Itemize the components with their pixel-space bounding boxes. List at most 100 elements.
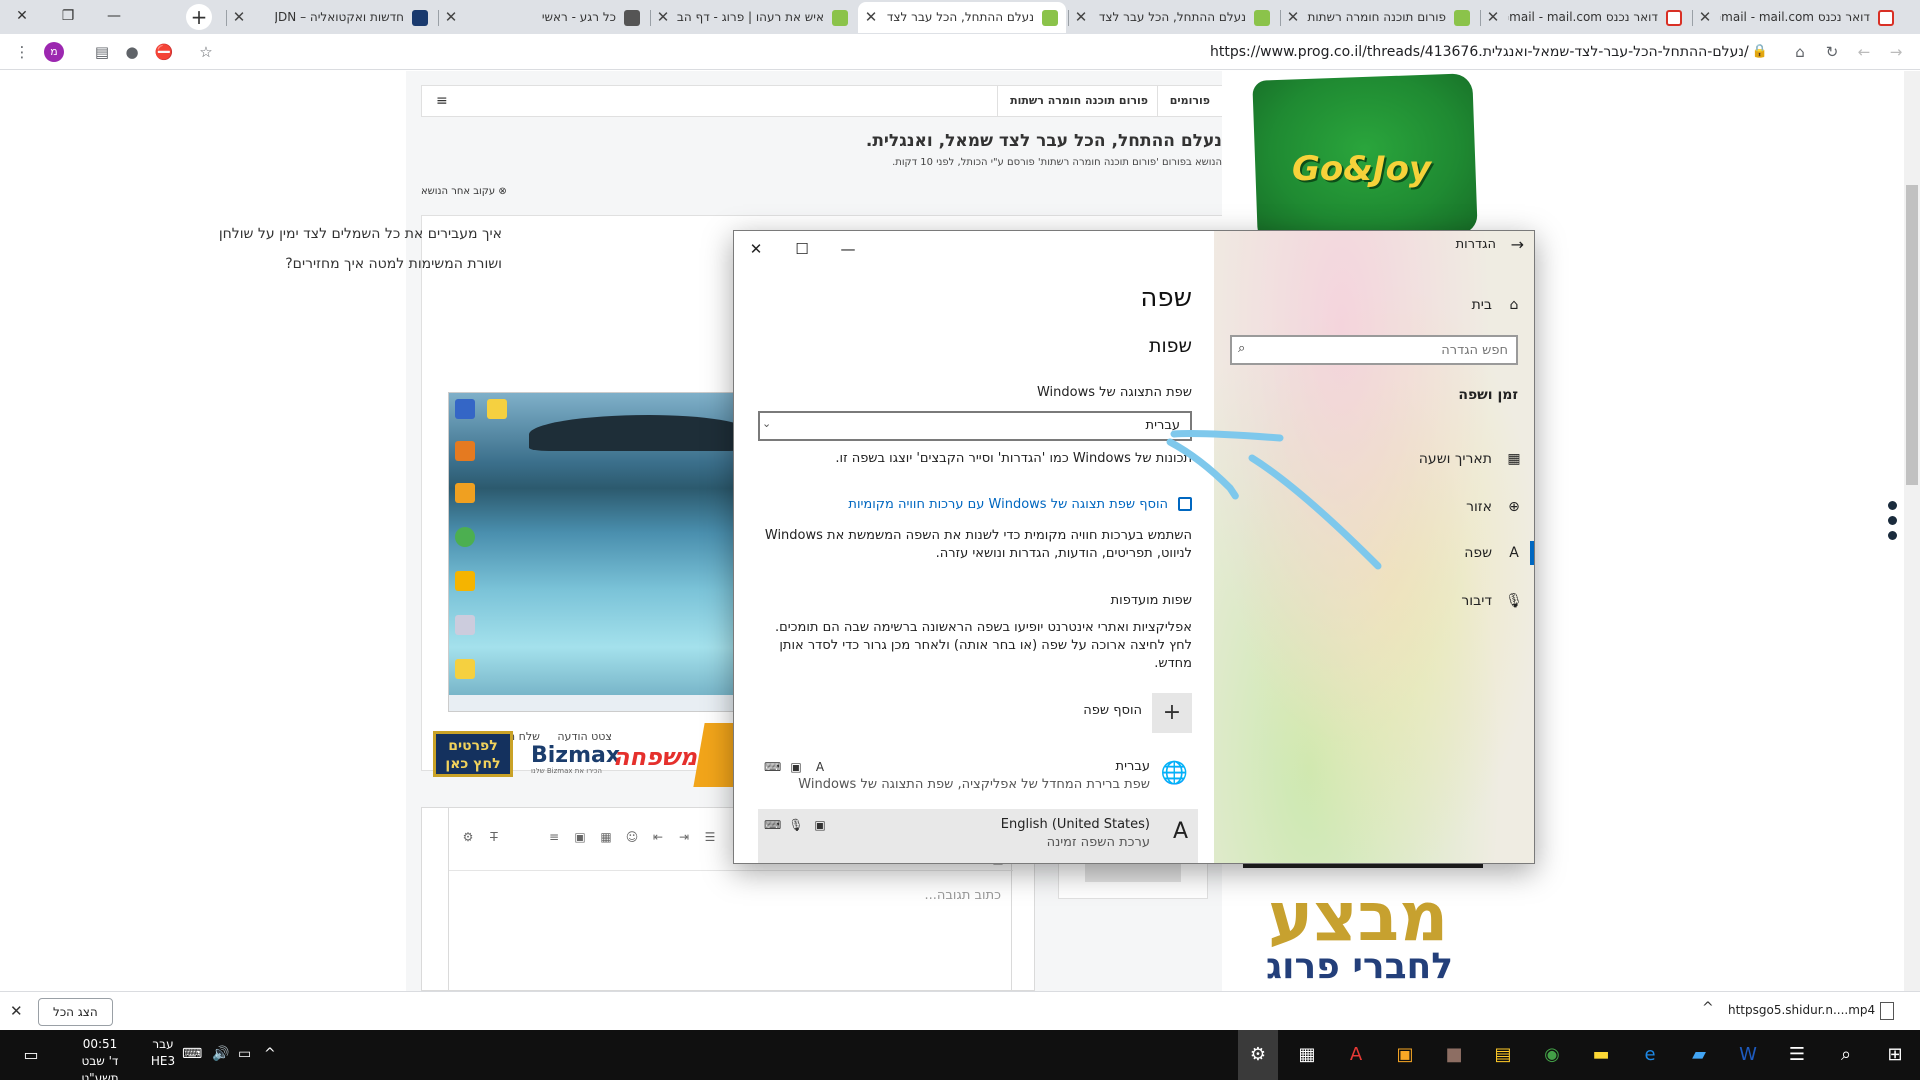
editor-settings-icon[interactable]: ⚙ bbox=[459, 828, 477, 846]
list-icon[interactable]: ☰ bbox=[701, 828, 719, 846]
remove-format-icon[interactable]: T̶ bbox=[485, 828, 503, 846]
add-language-button[interactable]: + הוסף שפה bbox=[992, 693, 1192, 733]
tab-prog-home[interactable]: איש את רעהו | פרוג - דף הב ✕ bbox=[650, 2, 856, 33]
tab-thread-active[interactable]: נעלם ההתחל, הכל עבר לצד ✕ bbox=[858, 2, 1066, 33]
download-item[interactable]: httpsgo5.shidur.n....mp4 bbox=[1728, 1003, 1875, 1017]
ad-details-banner[interactable]: לפרטים לחץ כאן bbox=[433, 731, 513, 777]
edge-icon[interactable]: e bbox=[1635, 1040, 1665, 1070]
settings-search[interactable]: ⌕ bbox=[1230, 335, 1518, 365]
browser-menu-icon[interactable]: ⋮ bbox=[12, 42, 32, 62]
page-title: שפה bbox=[1140, 283, 1192, 313]
settings-gear-icon[interactable]: ⚙ bbox=[1243, 1040, 1273, 1070]
language-item-hebrew[interactable]: 🌐 עברית שפת ברירת המחדל של אפליקציה, שפת… bbox=[758, 751, 1198, 807]
nav-speech[interactable]: 🎙 דיבור bbox=[1224, 581, 1524, 621]
settings-app-title: הגדרות bbox=[1455, 237, 1496, 252]
task-view-icon[interactable]: ☰ bbox=[1782, 1040, 1812, 1070]
hamburger-menu-icon[interactable]: ≡ bbox=[436, 93, 448, 109]
notification-center-icon[interactable]: ▭ bbox=[16, 1040, 46, 1070]
breadcrumb-forums[interactable]: פורומים bbox=[1156, 86, 1222, 116]
tab-gmail-2[interactable]: דואר נכנס Gmail - mail.com ✕ bbox=[1480, 2, 1690, 33]
tab-forum-hardware[interactable]: פורום תוכנה חומרה רשתות ✕ bbox=[1280, 2, 1478, 33]
bookmark-star-icon[interactable]: ☆ bbox=[196, 42, 216, 62]
language-name: עברית bbox=[1115, 759, 1150, 774]
window-close-icon[interactable]: ✕ bbox=[0, 0, 44, 32]
chevron-up-icon[interactable]: ^ bbox=[1702, 1000, 1714, 1016]
desktop-pc-icon bbox=[455, 399, 475, 419]
post-screenshot-image[interactable] bbox=[448, 392, 748, 712]
chrome-icon[interactable]: ◉ bbox=[1537, 1040, 1567, 1070]
extension-icon[interactable]: ▤ bbox=[92, 42, 112, 62]
breadcrumb: פורומים פורום תוכנה חומרה רשתות ≡ bbox=[421, 85, 1223, 117]
quote-post-button[interactable]: צטט הודעה bbox=[557, 730, 612, 743]
nav-home[interactable]: ⌂ בית bbox=[1224, 285, 1524, 325]
calculator-icon[interactable]: ▦ bbox=[1292, 1040, 1322, 1070]
office-app-icon[interactable]: ▣ bbox=[1390, 1040, 1420, 1070]
winrar-icon[interactable]: ■ bbox=[1439, 1040, 1469, 1070]
maximize-icon[interactable]: ☐ bbox=[782, 235, 822, 263]
nav-region[interactable]: ⊕ אזור bbox=[1224, 487, 1524, 527]
tab-close-icon[interactable]: ✕ bbox=[442, 2, 460, 33]
tab-close-icon[interactable]: ✕ bbox=[1284, 2, 1302, 33]
extension-2-icon[interactable]: ● bbox=[122, 42, 142, 62]
word-icon[interactable]: W bbox=[1733, 1040, 1763, 1070]
media-icon[interactable]: ▣ bbox=[571, 828, 589, 846]
forward-icon[interactable]: ← bbox=[1854, 42, 1874, 62]
taskbar-clock[interactable]: 00:51 ד' שבט תשע"ט bbox=[70, 1036, 130, 1080]
close-icon[interactable]: ✕ bbox=[736, 235, 776, 263]
outdent-icon[interactable]: ⇥ bbox=[675, 828, 693, 846]
tab-close-icon[interactable]: ✕ bbox=[230, 2, 248, 33]
profile-avatar[interactable]: מ bbox=[44, 42, 64, 62]
nav-language[interactable]: A שפה bbox=[1224, 533, 1524, 573]
nav-date-time[interactable]: ▦ תאריך ושעה bbox=[1224, 439, 1524, 479]
page-scrollbar-thumb[interactable] bbox=[1906, 185, 1918, 485]
search-icon[interactable]: ⌕ bbox=[1831, 1040, 1861, 1070]
tab-gmail-1[interactable]: דואר נכנס Gmail - mail.com ✕ bbox=[1692, 2, 1902, 33]
add-language-label: הוסף שפה bbox=[1083, 703, 1142, 718]
network-icon[interactable]: ▭ bbox=[238, 1046, 251, 1062]
align-icon[interactable]: ≡ bbox=[545, 828, 563, 846]
tab-thread-2[interactable]: נעלם ההתחל, הכל עבר לצד ✕ bbox=[1068, 2, 1278, 33]
start-windows-icon[interactable]: ⊞ bbox=[1880, 1040, 1910, 1070]
breadcrumb-hardware-forum[interactable]: פורום תוכנה חומרה רשתות bbox=[997, 86, 1160, 116]
back-arrow-icon[interactable]: → bbox=[1511, 235, 1524, 254]
lock-icon[interactable]: 🔒 bbox=[1750, 42, 1770, 62]
indent-icon[interactable]: ⇤ bbox=[649, 828, 667, 846]
tab-close-icon[interactable]: ✕ bbox=[654, 2, 672, 33]
display-language-dropdown[interactable]: עברית ⌄ bbox=[758, 411, 1192, 441]
language-item-english[interactable]: A English (United States) ערכת השפה זמינ… bbox=[758, 809, 1198, 863]
follow-thread-link[interactable]: ⊗ עקוב אחר הנושא bbox=[421, 186, 507, 197]
back-icon[interactable]: → bbox=[1886, 42, 1906, 62]
window-minimize-icon[interactable]: — bbox=[92, 0, 136, 32]
file-explorer-icon[interactable]: ▬ bbox=[1586, 1040, 1616, 1070]
home-icon[interactable]: ⌂ bbox=[1790, 42, 1810, 62]
image-icon[interactable]: ▦ bbox=[597, 828, 615, 846]
keyboard-icon[interactable]: ⌨ bbox=[182, 1046, 202, 1062]
tab-close-icon[interactable]: ✕ bbox=[1696, 2, 1714, 33]
kolrega-favicon-icon bbox=[624, 10, 640, 26]
adblock-icon[interactable]: ⛔ bbox=[154, 42, 174, 62]
photos-icon[interactable]: ▤ bbox=[1488, 1040, 1518, 1070]
tab-close-icon[interactable]: ✕ bbox=[1072, 2, 1090, 33]
volume-icon[interactable]: 🔊 bbox=[212, 1046, 229, 1062]
window-restore-icon[interactable]: ❐ bbox=[46, 0, 90, 32]
reload-icon[interactable]: ↻ bbox=[1822, 42, 1842, 62]
address-bar[interactable]: https://www.prog.co.il/threads/413676.נע… bbox=[1210, 38, 1770, 66]
remote-desktop-icon[interactable]: ▰ bbox=[1684, 1040, 1714, 1070]
smiley-icon[interactable]: ☺ bbox=[623, 828, 641, 846]
search-input[interactable] bbox=[1258, 339, 1508, 361]
tab-kol-rega[interactable]: כל רגע - ראשי ✕ bbox=[438, 2, 648, 33]
show-hidden-icons-icon[interactable]: ^ bbox=[264, 1046, 276, 1062]
tab-close-icon[interactable]: ✕ bbox=[1484, 2, 1502, 33]
minimize-icon[interactable]: — bbox=[828, 235, 868, 263]
reply-input[interactable]: כתוב תגובה... bbox=[925, 888, 1001, 903]
floating-menu-dots[interactable] bbox=[1888, 501, 1898, 546]
input-language-indicator[interactable]: עבר HE3 bbox=[148, 1036, 178, 1070]
acrobat-icon[interactable]: A bbox=[1341, 1040, 1371, 1070]
ad-bizmax-logo[interactable]: Bizmax bbox=[531, 743, 620, 768]
ad-mishpacha-logo[interactable]: משפחה bbox=[613, 743, 697, 771]
new-tab-button[interactable]: + bbox=[186, 4, 212, 30]
show-all-downloads-button[interactable]: הצג הכל bbox=[38, 998, 113, 1026]
tab-jdn[interactable]: חדשות ואקטואליה – JDN ✕ bbox=[226, 2, 436, 33]
close-icon[interactable]: ✕ bbox=[10, 1002, 23, 1020]
tab-close-icon[interactable]: ✕ bbox=[862, 2, 880, 33]
